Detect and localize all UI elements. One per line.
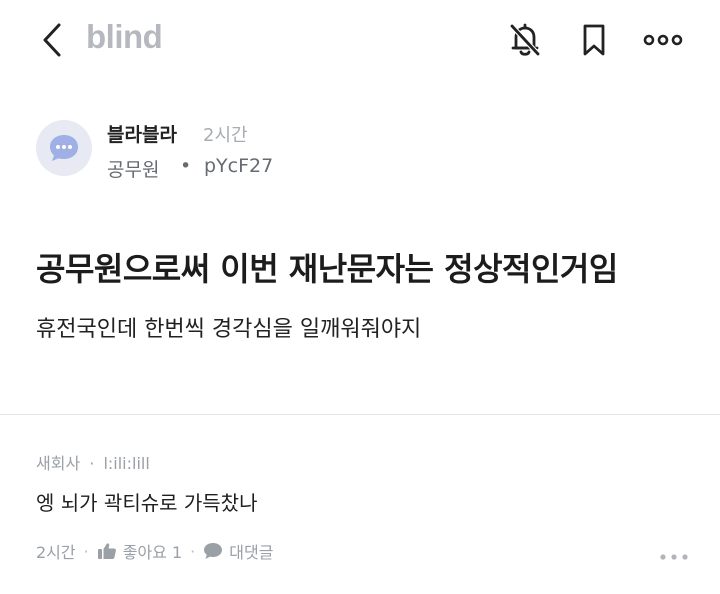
post-time: 2시간 — [203, 125, 248, 146]
action-separator: · — [190, 541, 196, 561]
like-button[interactable]: 좋아요 1 — [97, 539, 182, 563]
more-options-button[interactable] — [643, 20, 683, 60]
avatar[interactable] — [36, 120, 92, 176]
more-horizontal-icon — [643, 34, 683, 46]
author-user-id: pYcF27 — [204, 155, 274, 177]
thumbs-up-icon — [97, 543, 116, 559]
bookmark-icon — [583, 24, 605, 56]
bookmark-button[interactable] — [574, 20, 614, 60]
top-bar: blind — [0, 0, 720, 80]
blind-logo: blind — [86, 18, 163, 55]
action-separator: · — [83, 541, 89, 561]
separator-dot: • — [180, 155, 192, 177]
author-company[interactable]: 공무원 — [107, 155, 159, 182]
comment-company[interactable]: 새회사 — [36, 454, 80, 473]
comment-more-button[interactable] — [656, 545, 692, 569]
notification-off-button[interactable] — [505, 20, 545, 60]
comment-bubble-icon — [204, 543, 223, 559]
post-author: 블라블라 2시간 공무원 • pYcF27 — [36, 118, 676, 188]
post-title: 공무원으로써 이번 재난문자는 정상적인거임 — [36, 250, 618, 288]
back-button[interactable] — [34, 20, 70, 60]
comment-time: 2시간 — [36, 543, 76, 562]
bell-off-icon — [509, 23, 541, 57]
author-name[interactable]: 블라블라 — [107, 120, 177, 147]
reply-button[interactable]: 대댓글 — [203, 539, 273, 563]
chevron-left-icon — [43, 23, 61, 57]
comment-meta-separator: · — [89, 454, 95, 473]
comment-user-id: l:ili:lill — [103, 454, 150, 473]
chat-bubble-icon — [50, 135, 78, 161]
more-horizontal-icon — [660, 554, 688, 560]
comment-actions: 2시간 · 좋아요 1 · 대댓글 — [36, 539, 273, 563]
reply-label: 대댓글 — [229, 543, 274, 562]
comment-text: 엥 뇌가 곽티슈로 가득찼나 — [36, 491, 258, 515]
comment-meta: 새회사 · l:ili:lill — [36, 450, 154, 474]
post-body: 휴전국인데 한번씩 경각심을 일깨워줘야지 — [36, 317, 422, 342]
divider — [0, 414, 720, 415]
like-label: 좋아요 1 — [122, 543, 183, 562]
